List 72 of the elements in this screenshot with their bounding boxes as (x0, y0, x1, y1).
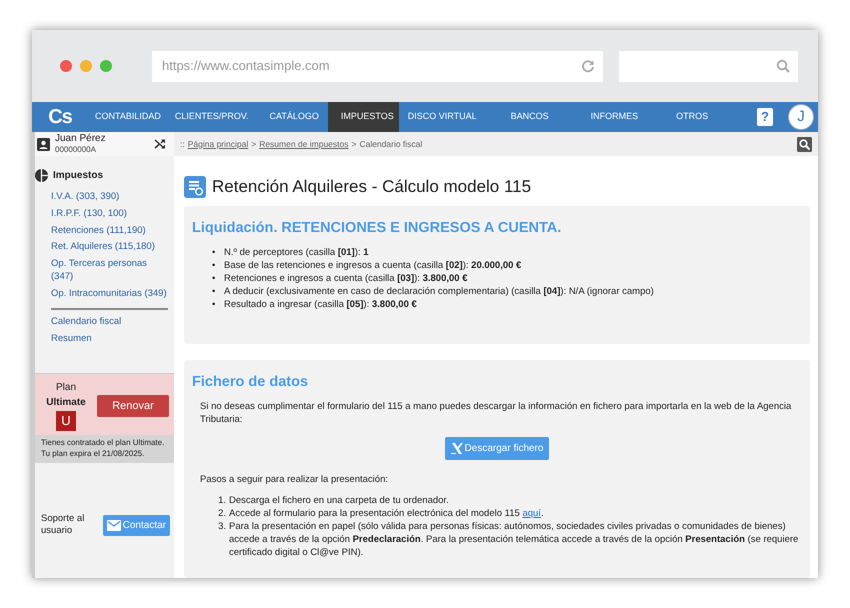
sidebar-link[interactable]: Ret. Alquileres (115,180) (51, 239, 168, 256)
bullet: • (212, 286, 216, 299)
step-number: 2. (217, 508, 226, 521)
nav-item[interactable]: DISCO VIRTUAL (402, 102, 491, 132)
step-text: Para la presentación en papel (sólo válida para personas físicas: autónomos, sociedades civiles privadas o comunidades de bienes) accede a través de la opción Predeclaración. Para la presentación telemática accede a través de la opción Presentación (se requiere certificado digital o Cl@ve PIN). (229, 520, 800, 560)
shuffle-icon[interactable] (154, 138, 166, 150)
nav-item[interactable]: INFORMES (566, 102, 652, 132)
sidebar-link[interactable]: Op. Terceras personas (347) (51, 256, 168, 286)
calculator-icon (184, 176, 206, 198)
contact-button[interactable]: Contactar (102, 514, 170, 536)
bullet: • (212, 260, 216, 274)
window-control-dot[interactable] (100, 60, 112, 72)
step-text: Descarga el fichero en una carpeta de tu ordenador. (229, 495, 449, 508)
support-label: Soporte al usuario (41, 512, 86, 538)
sidebar-link[interactable]: Resumen (51, 330, 168, 348)
section-heading: Liquidación. RETENCIONES E INGRESOS A CUENTA. (192, 220, 562, 238)
url-text: https://www.contasimple.com (162, 57, 330, 76)
step-number: 3. (217, 520, 226, 534)
breadcrumb-prefix: :: (180, 138, 185, 150)
section-heading: Fichero de datos (192, 374, 310, 392)
search-field[interactable] (619, 50, 798, 82)
result-line: Base de las retenciones e ingresos a cuenta (casilla [02]): 20.000,00 € (224, 260, 522, 274)
pie-chart-icon (35, 169, 48, 182)
nav-item[interactable]: IMPUESTOS (328, 102, 399, 132)
breadcrumb-link[interactable]: Página principal (188, 138, 248, 150)
result-line: Retenciones e ingresos a cuenta (casilla [03]): 3.800,00 € (224, 273, 468, 286)
user-id: 00000000A (55, 144, 97, 156)
link[interactable]: aquí (522, 508, 541, 520)
section-title: Impuestos (53, 169, 104, 183)
plan-label: Plan (56, 381, 76, 396)
breadcrumb-link[interactable]: Resumen de impuestos (259, 138, 348, 150)
window-control-dot[interactable] (80, 60, 92, 72)
x-logo-icon (450, 443, 463, 454)
user-avatar[interactable]: J (788, 104, 814, 130)
page-title: Retención Alquileres - Cálculo modelo 115 (212, 176, 532, 198)
nav-item[interactable]: CLIENTES/PROV. (170, 102, 254, 132)
plan-badge: U (56, 411, 76, 432)
intro-text: Si no deseas cumplimentar el formulario del 115 a mano puedes descargar la información en fichero para importarla en la web de la Agencia Tributaria: (200, 401, 792, 428)
window-control-dot[interactable] (60, 60, 72, 72)
step-text: Accede al formulario para la presentación electrónica del modelo 115 aquí. (229, 508, 544, 521)
steps-intro: Pasos a seguir para realizar la presentación: (200, 473, 389, 488)
nav-item[interactable]: CATÁLOGO (258, 102, 324, 132)
result-line: A deducir (exclusivamente en caso de declaración complementaria) (casilla [04]): N/A (ignorar campo) (224, 286, 654, 299)
breadcrumb-current: Calendario fiscal (359, 138, 422, 150)
sidebar-link[interactable]: Calendario fiscal (51, 314, 168, 330)
breadcrumb-separator: > (251, 138, 256, 150)
envelope-icon (106, 520, 121, 531)
logo[interactable]: Cs (32, 102, 88, 132)
help-button[interactable]: ? (757, 108, 773, 126)
sidebar-link[interactable]: Op. Intracomunitarias (349) (51, 286, 168, 303)
renew-button[interactable]: Renovar (97, 394, 169, 417)
bullet: • (212, 247, 216, 260)
bullet: • (212, 273, 216, 286)
download-button[interactable]: Descargar fichero (444, 437, 550, 460)
sidebar-link[interactable]: Retenciones (111,190) (51, 222, 168, 240)
bullet: • (212, 298, 216, 312)
plan-note: Tienes contratado el plan Ultimate. Tu plan expira el 21/08/2025. (35, 435, 174, 463)
result-line: N.º de perceptores (casilla [01]): 1 (224, 247, 368, 260)
nav-item[interactable]: CONTABILIDAD (90, 102, 166, 132)
address-bar[interactable]: https://www.contasimple.com (152, 50, 604, 82)
reload-icon[interactable] (581, 59, 596, 73)
sidebar-link[interactable]: I.V.A. (303, 390) (51, 189, 168, 206)
search-button[interactable] (797, 136, 812, 152)
sidebar-link[interactable]: I.R.P.F. (130, 100) (51, 206, 168, 223)
search-icon[interactable] (776, 59, 790, 73)
breadcrumb-separator: > (351, 138, 356, 150)
nav-item[interactable]: BANCOS (494, 102, 563, 132)
plan-name: Ultimate (46, 396, 86, 410)
user-name: Juan Pérez (55, 132, 107, 144)
nav-item[interactable]: OTROS (656, 102, 718, 132)
step-number: 1. (217, 495, 226, 508)
result-line: Resultado a ingresar (casilla [05]): 3.800,00 € (224, 298, 417, 312)
